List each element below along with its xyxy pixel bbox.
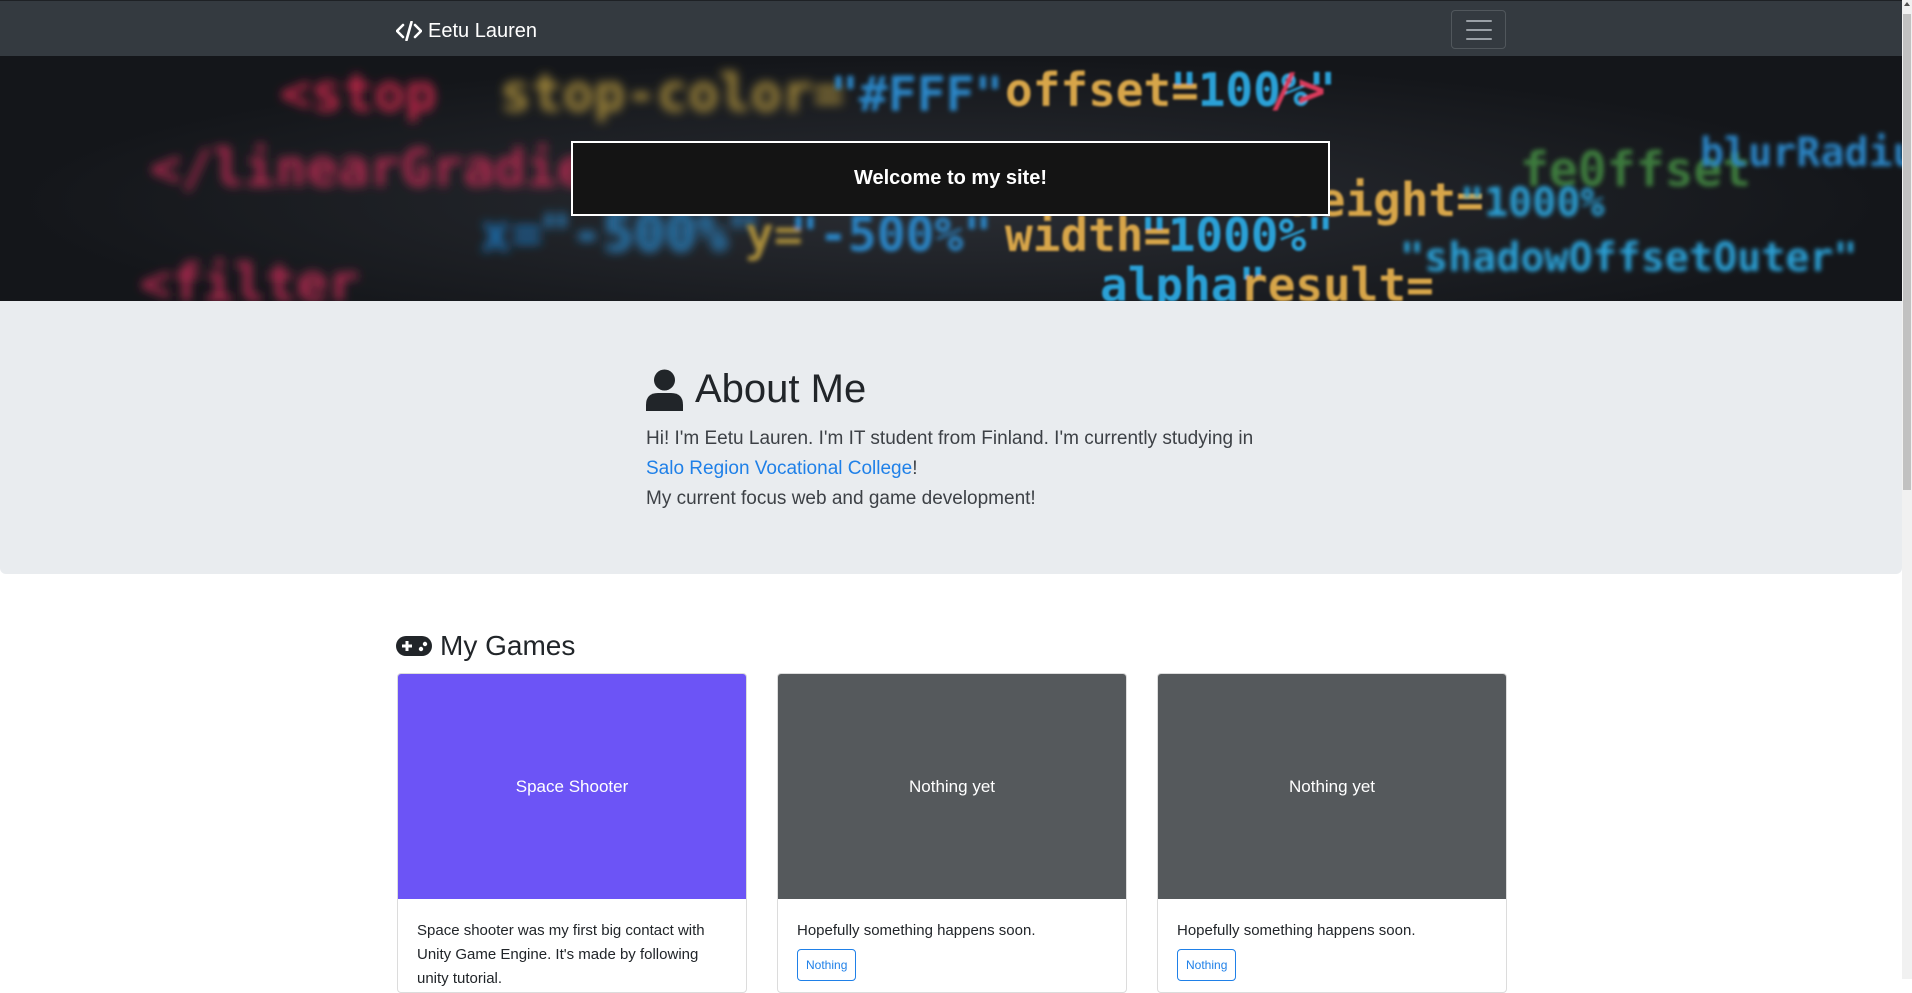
- svg-text:x=: x=: [480, 204, 543, 264]
- brand-name: Eetu Lauren: [428, 19, 537, 42]
- about-title: About Me: [695, 367, 867, 411]
- navbar: Eetu Lauren: [0, 0, 1902, 56]
- card-text: Hopefully something happens soon.: [797, 922, 1036, 939]
- user-icon: [646, 369, 683, 411]
- about-section: About Me Hi! I'm Eetu Lauren. I'm IT stu…: [0, 301, 1902, 574]
- card-image: Space Shooter: [398, 674, 746, 899]
- about-heading: About Me: [646, 367, 866, 412]
- college-link[interactable]: Salo Region Vocational College: [646, 458, 912, 479]
- card-image-label: Space Shooter: [515, 776, 629, 796]
- games-title: My Games: [440, 630, 576, 661]
- games-heading: My Games: [396, 630, 575, 662]
- game-card-nothing-yet-2[interactable]: Nothing yet Hopefully something happens …: [1157, 673, 1507, 993]
- card-body: Space shooter was my first big contact w…: [398, 899, 746, 991]
- svg-text:"1000%: "1000%: [1460, 180, 1605, 226]
- about-line-2-suffix: !: [912, 458, 918, 479]
- card-text: Space shooter was my first big contact w…: [417, 922, 705, 987]
- card-body: Hopefully something happens soon. Nothin…: [1158, 899, 1506, 981]
- about-line-1: Hi! I'm Eetu Lauren. I'm IT student from…: [646, 428, 1254, 449]
- hero-banner: <stop stop-color= </linearGradient> x= "…: [0, 56, 1902, 301]
- game-card-nothing-yet-1[interactable]: Nothing yet Hopefully something happens …: [777, 673, 1127, 993]
- card-image: Nothing yet: [778, 674, 1126, 899]
- scroll-up-arrow-icon[interactable]: [1902, 0, 1912, 12]
- svg-text:"#FFF": "#FFF": [830, 67, 1003, 123]
- card-text: Hopefully something happens soon.: [1177, 922, 1416, 939]
- svg-text:blurRadius: blurRadius: [1700, 130, 1902, 176]
- svg-text:"shadowOffsetOuter": "shadowOffsetOuter": [1400, 235, 1858, 281]
- about-line-2: Salo Region Vocational College!: [646, 454, 1286, 484]
- navbar-toggler-button[interactable]: [1451, 10, 1506, 49]
- gamepad-icon: [396, 636, 432, 656]
- about-text: Hi! I'm Eetu Lauren. I'm IT student from…: [646, 424, 1286, 514]
- welcome-text: Welcome to my site!: [853, 167, 1048, 189]
- svg-text:stop-color=: stop-color=: [500, 64, 844, 124]
- card-body: Hopefully something happens soon. Nothin…: [778, 899, 1126, 981]
- brand-link[interactable]: Eetu Lauren: [396, 18, 537, 44]
- card-image: Nothing yet: [1158, 674, 1506, 899]
- game-card-space-shooter[interactable]: Space Shooter Space shooter was my first…: [397, 673, 747, 993]
- code-icon: [396, 21, 422, 41]
- card-button[interactable]: Nothing: [1177, 949, 1237, 981]
- svg-text:<filter: <filter: [140, 254, 359, 301]
- svg-text:/>: />: [1270, 63, 1325, 117]
- card-image-label: Nothing yet: [909, 776, 995, 796]
- welcome-banner: Welcome to my site!: [571, 141, 1330, 216]
- card-image-label: Nothing yet: [1289, 776, 1375, 796]
- about-line-3: My current focus web and game developmen…: [646, 488, 1036, 509]
- card-button[interactable]: Nothing: [797, 949, 857, 981]
- hamburger-icon: [1465, 19, 1492, 40]
- svg-text:<stop: <stop: [280, 64, 437, 124]
- page-scrollbar[interactable]: [1902, 0, 1912, 979]
- scrollbar-thumb[interactable]: [1903, 14, 1911, 490]
